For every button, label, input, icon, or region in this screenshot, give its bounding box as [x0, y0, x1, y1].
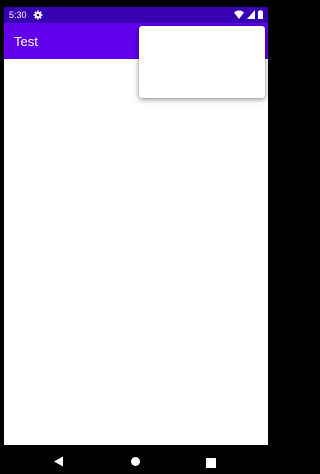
gear-icon	[33, 10, 43, 20]
status-time: 5:30	[9, 10, 27, 20]
signal-icon	[247, 9, 255, 21]
overflow-popup-menu[interactable]	[139, 26, 265, 98]
device-frame: 5:30 Test	[0, 0, 268, 474]
back-icon[interactable]	[53, 454, 64, 467]
navigation-bar	[0, 445, 268, 474]
wifi-icon	[234, 10, 244, 21]
app-title: Test	[14, 34, 38, 49]
status-icons	[234, 9, 263, 21]
app-screen: 5:30 Test	[4, 7, 268, 445]
home-icon[interactable]	[130, 454, 141, 466]
status-bar: 5:30	[4, 7, 268, 23]
battery-icon	[258, 9, 263, 21]
recents-icon[interactable]	[206, 455, 216, 468]
